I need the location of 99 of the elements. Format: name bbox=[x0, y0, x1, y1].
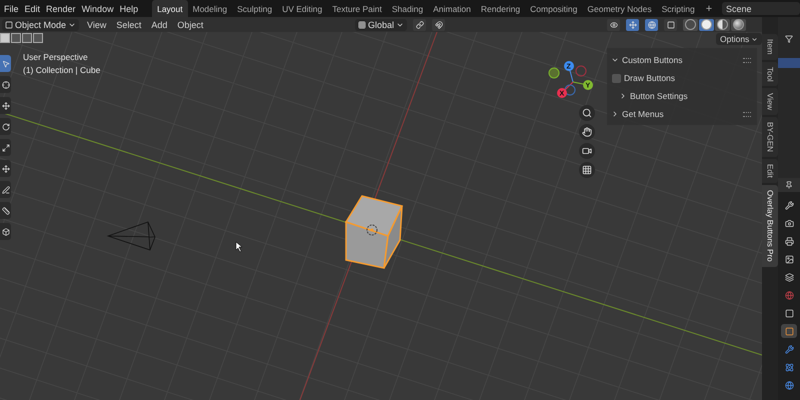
chevron-icon bbox=[611, 110, 619, 118]
checkbox-row[interactable]: Draw Buttons bbox=[607, 69, 757, 87]
workspace-tab[interactable]: Texture Paint bbox=[327, 0, 387, 17]
sidebar-tab[interactable]: Tool bbox=[762, 62, 778, 86]
grip-icon[interactable] bbox=[743, 112, 751, 116]
menu-item[interactable]: File bbox=[4, 4, 25, 14]
camera-icon bbox=[582, 146, 592, 156]
modifier-icon bbox=[784, 344, 794, 354]
workspace-tab[interactable]: Modeling bbox=[188, 0, 232, 17]
pan-button[interactable] bbox=[579, 124, 595, 140]
chevron-icon bbox=[619, 92, 627, 100]
square-icon bbox=[5, 20, 13, 28]
visibility-button[interactable] bbox=[607, 18, 620, 30]
square-icon bbox=[666, 20, 674, 28]
menu-item[interactable]: Window bbox=[82, 4, 120, 14]
link-icon bbox=[416, 20, 424, 28]
menu-item[interactable]: Edit bbox=[24, 4, 46, 14]
pin-icon[interactable] bbox=[785, 181, 793, 189]
shading-button[interactable] bbox=[715, 18, 730, 30]
workspace-tab[interactable]: UV Editing bbox=[277, 0, 328, 17]
light-icon bbox=[366, 224, 378, 236]
measure-icon bbox=[2, 206, 10, 214]
tool-button[interactable] bbox=[0, 160, 11, 177]
header-menu[interactable]: Add bbox=[149, 20, 170, 30]
panel-title: Custom Buttons bbox=[622, 55, 682, 65]
move-icon bbox=[2, 102, 10, 110]
gizmo-button[interactable] bbox=[626, 18, 639, 30]
hand-icon bbox=[582, 127, 592, 137]
grid-icon bbox=[358, 20, 366, 28]
sidebar-tab[interactable]: View bbox=[762, 88, 778, 116]
tool-button[interactable] bbox=[0, 97, 11, 114]
workspace-tab[interactable]: Animation bbox=[428, 0, 476, 17]
mode-dropdown[interactable]: Object Mode bbox=[2, 18, 80, 30]
shading-button[interactable] bbox=[683, 18, 698, 30]
sidebar-tab[interactable]: Edit bbox=[762, 159, 778, 184]
zoom-icon bbox=[582, 108, 592, 118]
panel-title: Get Menus bbox=[622, 109, 664, 119]
camera-drawing bbox=[108, 222, 156, 250]
scale-icon bbox=[2, 144, 10, 152]
workspace-tab[interactable]: Rendering bbox=[476, 0, 526, 17]
shading-button[interactable] bbox=[699, 18, 714, 30]
grip-icon[interactable] bbox=[743, 58, 751, 62]
add-cube-icon bbox=[2, 228, 10, 236]
rotate-icon bbox=[2, 122, 10, 130]
workspace-tab[interactable]: Compositing bbox=[525, 0, 582, 17]
workspace-tab[interactable]: Geometry Nodes bbox=[582, 0, 657, 17]
workspace-tab[interactable]: Sculpting bbox=[232, 0, 278, 17]
panel-header[interactable]: Custom Buttons bbox=[607, 51, 757, 69]
tool-button[interactable] bbox=[0, 202, 11, 219]
zoom-button[interactable] bbox=[579, 105, 595, 121]
snap-button[interactable] bbox=[432, 18, 445, 30]
arrows-icon bbox=[628, 20, 636, 28]
panel-header[interactable]: Get Menus bbox=[607, 105, 757, 123]
caret-icon bbox=[751, 36, 758, 42]
tool-button[interactable] bbox=[0, 223, 11, 240]
header-menu[interactable]: Object bbox=[175, 20, 206, 30]
tool-button[interactable] bbox=[0, 139, 11, 156]
sidebar-tab[interactable]: BY-GEN bbox=[762, 117, 778, 158]
workspace-tab[interactable]: Layout bbox=[152, 0, 188, 17]
workspace-tab[interactable]: Shading bbox=[386, 0, 428, 17]
overlay-button[interactable] bbox=[645, 18, 658, 30]
link-button[interactable] bbox=[413, 18, 426, 30]
sidebar-tab[interactable]: Item bbox=[762, 34, 778, 60]
mouse-pointer-icon bbox=[236, 242, 242, 252]
subpanel-header[interactable]: Button Settings bbox=[607, 87, 757, 105]
menu-item[interactable]: Render bbox=[46, 4, 82, 14]
chevron-icon bbox=[611, 56, 619, 64]
add-workspace-button[interactable]: + bbox=[700, 2, 718, 14]
cursor-icon bbox=[2, 80, 10, 88]
context-label: (1) Collection | Cube bbox=[23, 64, 100, 77]
header-menu[interactable]: View bbox=[85, 20, 108, 30]
properties-tab[interactable] bbox=[781, 324, 797, 338]
tool-button[interactable] bbox=[0, 118, 11, 135]
checkbox[interactable] bbox=[612, 74, 621, 82]
xray-button[interactable] bbox=[664, 18, 677, 30]
orientation-dropdown[interactable]: Global bbox=[354, 18, 407, 30]
tool-button[interactable] bbox=[0, 76, 11, 93]
workspace-tab[interactable]: Scripting bbox=[656, 0, 700, 17]
menu-item[interactable]: Help bbox=[120, 4, 144, 14]
subpanel-title: Button Settings bbox=[630, 91, 688, 101]
tool-icon bbox=[784, 200, 794, 210]
globe-icon bbox=[648, 20, 656, 28]
grid-icon bbox=[582, 165, 592, 175]
magnet-icon bbox=[434, 20, 442, 28]
checkbox-label: Draw Buttons bbox=[624, 73, 676, 83]
tool-button[interactable] bbox=[0, 181, 11, 198]
eye-icon bbox=[610, 20, 618, 28]
ortho-button[interactable] bbox=[579, 162, 595, 178]
view-name: User Perspective bbox=[23, 51, 89, 64]
tool-button[interactable] bbox=[0, 55, 11, 72]
header-menu[interactable]: Select bbox=[114, 20, 144, 30]
sidebar-tab[interactable]: Overlay Buttons Pro bbox=[762, 185, 778, 267]
filter-icon[interactable] bbox=[785, 35, 793, 43]
scene-field[interactable]: Scene bbox=[722, 2, 800, 15]
shading-button[interactable] bbox=[731, 18, 746, 30]
options-dropdown[interactable]: Options bbox=[716, 33, 762, 45]
annotate-icon bbox=[2, 186, 10, 194]
camera-view-button[interactable] bbox=[579, 143, 595, 159]
select-icon bbox=[2, 60, 10, 68]
